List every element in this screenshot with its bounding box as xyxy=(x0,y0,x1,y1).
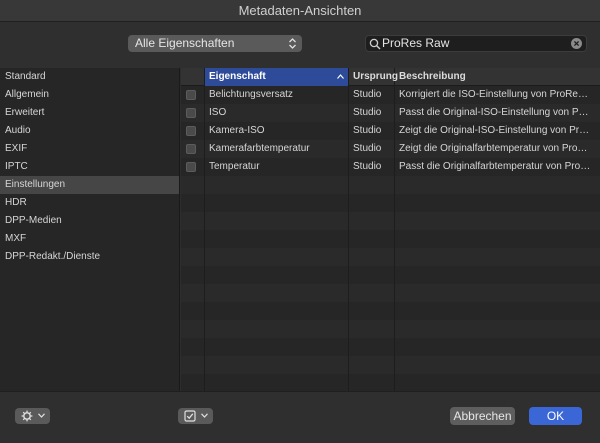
cell-property: Temperatur xyxy=(209,161,260,172)
property-set-popup[interactable]: Alle Eigenschaften xyxy=(128,35,302,52)
cell-description: Zeigt die Original-ISO-Einstellung von P… xyxy=(399,125,590,136)
magnifier-icon xyxy=(369,38,381,50)
sidebar-item-dpp-medien[interactable]: DPP-Medien xyxy=(0,212,179,230)
cell-description: Passt die Originalfarbtemperatur von Pro… xyxy=(399,161,591,172)
table-row[interactable]: Temperatur Studio Passt die Originalfarb… xyxy=(181,158,600,176)
cell-origin: Studio xyxy=(353,89,382,100)
header-checkbox-column[interactable] xyxy=(181,68,205,86)
cell-description: Korrigiert die ISO-Einstellung von ProRe… xyxy=(399,89,588,100)
cell-origin: Studio xyxy=(353,107,382,118)
cell-property: Kamerafarbtemperatur xyxy=(209,143,310,154)
table-row[interactable]: Kamerafarbtemperatur Studio Zeigt die Or… xyxy=(181,140,600,158)
sidebar-item-exif[interactable]: EXIF xyxy=(0,140,179,158)
table-row[interactable]: Kamera-ISO Studio Zeigt die Original-ISO… xyxy=(181,122,600,140)
row-checkbox[interactable] xyxy=(186,162,196,172)
updown-arrows-icon xyxy=(289,38,296,49)
checkbox-menu-button[interactable] xyxy=(178,408,213,424)
cell-origin: Studio xyxy=(353,143,382,154)
sidebar-item-einstellungen[interactable]: Einstellungen xyxy=(0,176,179,194)
cell-property: Belichtungsversatz xyxy=(209,89,293,100)
checkbox-icon xyxy=(184,410,196,422)
column-divider xyxy=(348,86,349,391)
window-title: Metadaten-Ansichten xyxy=(0,0,600,22)
row-checkbox[interactable] xyxy=(186,144,196,154)
empty-row xyxy=(181,284,600,302)
column-header-description[interactable]: Beschreibung xyxy=(395,68,600,86)
property-set-popup-value: Alle Eigenschaften xyxy=(135,36,235,50)
ok-button[interactable]: OK xyxy=(529,407,582,425)
chevron-down-icon xyxy=(38,413,45,418)
sidebar-item-mxf[interactable]: MXF xyxy=(0,230,179,248)
column-divider xyxy=(204,86,205,391)
clear-circle-icon[interactable] xyxy=(571,38,582,49)
table-header: Eigenschaft Ursprung Beschreibung xyxy=(181,68,600,86)
empty-row xyxy=(181,176,600,194)
sidebar-item-standard[interactable]: Standard xyxy=(0,68,179,86)
column-header-property[interactable]: Eigenschaft xyxy=(205,68,349,86)
sidebar-item-hdr[interactable]: HDR xyxy=(0,194,179,212)
cell-origin: Studio xyxy=(353,161,382,172)
cell-property: ISO xyxy=(209,107,227,118)
empty-row xyxy=(181,212,600,230)
search-field[interactable]: ProRes Raw xyxy=(365,35,587,52)
cell-property: Kamera-ISO xyxy=(209,125,265,136)
column-header-property-label: Eigenschaft xyxy=(209,71,266,82)
cell-origin: Studio xyxy=(353,125,382,136)
search-input[interactable]: ProRes Raw xyxy=(382,36,449,51)
cell-description: Zeigt die Originalfarbtemperatur von Pro… xyxy=(399,143,588,154)
row-checkbox[interactable] xyxy=(186,90,196,100)
category-sidebar: Standard Allgemein Erweitert Audio EXIF … xyxy=(0,68,180,391)
sidebar-item-iptc[interactable]: IPTC xyxy=(0,158,179,176)
metadata-views-window: Metadaten-Ansichten Alle Eigenschaften P… xyxy=(0,0,600,443)
bottom-bar: Abbrechen OK xyxy=(0,391,600,443)
table-row[interactable]: Belichtungsversatz Studio Korrigiert die… xyxy=(181,86,600,104)
row-checkbox[interactable] xyxy=(186,126,196,136)
sidebar-item-dpp-redakt-dienste[interactable]: DPP-Redakt./Dienste xyxy=(0,248,179,266)
table-row[interactable]: ISO Studio Passt die Original-ISO-Einste… xyxy=(181,104,600,122)
properties-table: Eigenschaft Ursprung Beschreibung Belich… xyxy=(181,68,600,391)
sidebar-item-audio[interactable]: Audio xyxy=(0,122,179,140)
column-header-origin[interactable]: Ursprung xyxy=(349,68,398,86)
empty-row xyxy=(181,356,600,374)
gear-icon xyxy=(21,410,33,422)
empty-row xyxy=(181,248,600,266)
cancel-button[interactable]: Abbrechen xyxy=(450,407,515,425)
column-divider xyxy=(394,86,395,391)
row-checkbox[interactable] xyxy=(186,108,196,118)
table-body: Belichtungsversatz Studio Korrigiert die… xyxy=(181,86,600,391)
settings-menu-button[interactable] xyxy=(15,408,50,424)
empty-row xyxy=(181,320,600,338)
sidebar-item-allgemein[interactable]: Allgemein xyxy=(0,86,179,104)
chevron-down-icon xyxy=(201,413,208,418)
cell-description: Passt die Original-ISO-Einstellung von P… xyxy=(399,107,589,118)
sort-ascending-icon xyxy=(337,74,344,79)
sidebar-item-erweitert[interactable]: Erweitert xyxy=(0,104,179,122)
